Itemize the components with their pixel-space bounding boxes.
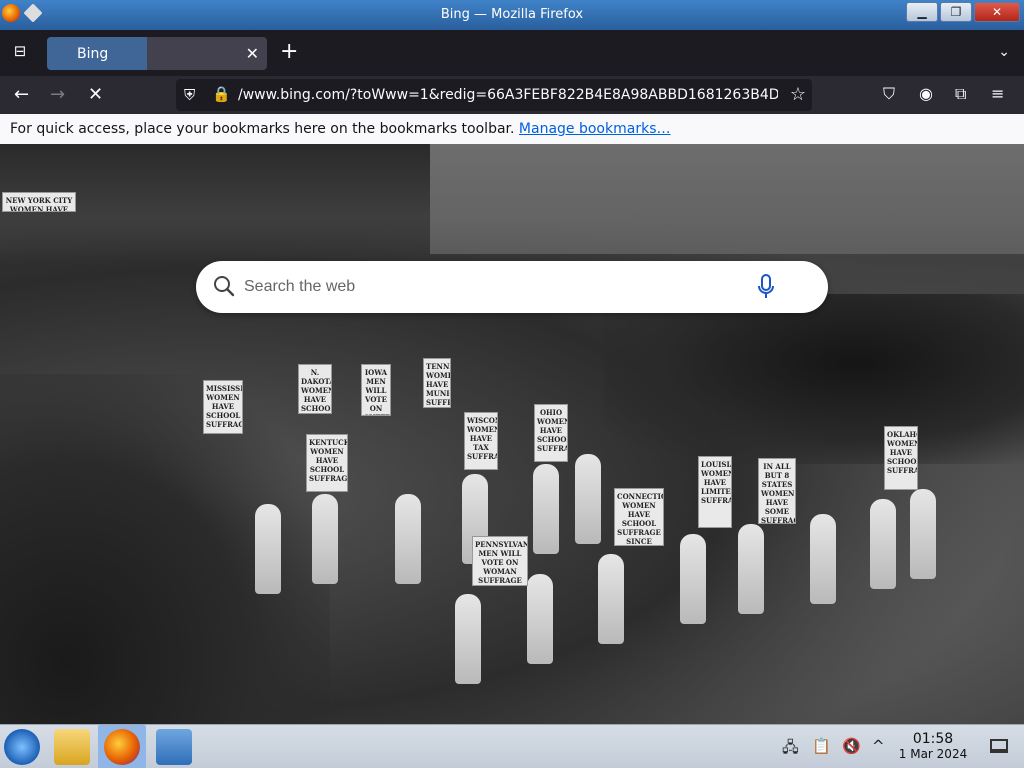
close-window-button[interactable]: ✕ (974, 2, 1020, 22)
show-desktop-icon[interactable] (990, 739, 1008, 753)
bookmarks-message: For quick access, place your bookmarks h… (10, 121, 515, 137)
search-icon[interactable] (212, 274, 236, 298)
extensions-icon[interactable]: ⧉ (955, 84, 966, 104)
chevron-down-icon: ⌄ (998, 44, 1010, 60)
tab-title: Bing (77, 45, 109, 62)
stop-loading-button[interactable]: ✕ (88, 84, 103, 105)
tray-expand-icon[interactable]: ^ (872, 737, 885, 755)
marcher-figure (598, 554, 624, 644)
marcher-figure (738, 524, 764, 614)
marcher-figure (810, 514, 836, 604)
marcher-figure (395, 494, 421, 584)
tracking-protection-shield-icon[interactable]: ⛨ (184, 86, 195, 104)
bookmarks-toolbar: For quick access, place your bookmarks h… (0, 114, 1024, 144)
search-input[interactable] (244, 273, 744, 301)
window-title: Bing — Mozilla Firefox (440, 7, 584, 22)
minimize-button[interactable]: ▁ (906, 2, 938, 22)
marcher-figure (312, 494, 338, 584)
bing-search-box[interactable] (196, 261, 828, 313)
close-icon: ✕ (991, 5, 1003, 19)
pocket-icon[interactable]: ⛉ (883, 84, 895, 104)
parade-sign: OKLAHOMA WOMEN HAVE SCHOOL SUFFRAGE (884, 426, 918, 490)
file-manager-icon[interactable] (54, 729, 90, 765)
account-icon[interactable]: ◉ (919, 84, 933, 103)
parade-sign: TENNESSEE WOMEN HAVE MUNICIPAL SUFFRAGE (423, 358, 451, 408)
window-controls: ▁ ❐ ✕ (906, 2, 1020, 22)
taskbar: 🖧 📋 🔇 ^ 01:58 1 Mar 2024 (0, 724, 1024, 768)
marcher-figure (870, 499, 896, 589)
marcher-figure (533, 464, 559, 554)
microphone-icon[interactable] (756, 273, 776, 301)
clock-time: 01:58 (912, 731, 954, 747)
parade-sign: OHIO WOMEN HAVE SCHOOL SUFFRAGE (534, 404, 568, 462)
maximize-icon: ❐ (950, 5, 962, 19)
minimize-icon: ▁ (917, 5, 927, 19)
parade-sign: PENNSYLVANIA MEN WILL VOTE ON WOMAN SUFF… (472, 536, 528, 586)
navigation-toolbar: ← → ✕ ⛨ 🔒 /www.bing.com/?toWww=1&redig=6… (0, 76, 1024, 114)
bookmark-star-icon[interactable]: ☆ (790, 84, 806, 105)
marcher-figure (455, 594, 481, 684)
parade-sign: IN ALL BUT 8 STATES WOMEN HAVE SOME SUFF… (758, 458, 796, 524)
back-button[interactable]: ← (14, 84, 29, 105)
manage-bookmarks-link[interactable]: Manage bookmarks… (519, 121, 671, 137)
parade-sign: NEW YORK CITY WOMEN HAVE THE VOTE AT ALL (2, 192, 76, 212)
network-icon[interactable]: 🖧 (782, 737, 799, 762)
background-crowd-right (604, 294, 1024, 464)
system-settings-icon[interactable] (156, 729, 192, 765)
url-bar[interactable]: ⛨ 🔒 /www.bing.com/?toWww=1&redig=66A3FEB… (176, 79, 812, 111)
firefox-taskbar-icon[interactable] (104, 729, 140, 765)
url-text[interactable]: /www.bing.com/?toWww=1&redig=66A3FEBF822… (238, 87, 778, 103)
bing-page: NEW YORK CITY WOMEN HAVE THE VOTE AT ALL… (0, 144, 1024, 724)
list-all-tabs-button[interactable]: ⊟ (6, 42, 34, 64)
clock[interactable]: 01:58 1 Mar 2024 (898, 731, 968, 761)
marcher-figure (910, 489, 936, 579)
parade-sign: KENTUCKY WOMEN HAVE SCHOOL SUFFRAGE (306, 434, 348, 492)
maximize-button[interactable]: ❐ (940, 2, 972, 22)
tab-bing[interactable]: Bing ✕ (47, 37, 267, 70)
parade-sign: LOUISIANA WOMEN HAVE LIMITED SUFFRAGE (698, 456, 732, 528)
marcher-figure (680, 534, 706, 624)
marcher-figure (575, 454, 601, 544)
plus-icon: + (280, 39, 299, 64)
parade-sign: CONNECTICUT WOMEN HAVE SCHOOL SUFFRAGE S… (614, 488, 664, 546)
start-menu-button[interactable] (4, 729, 40, 765)
tab-close-icon[interactable]: ✕ (246, 44, 259, 63)
forward-button[interactable]: → (50, 84, 65, 105)
parade-sign: N. DAKOTA WOMEN HAVE SCHOOL SUFFRAGE (298, 364, 332, 414)
marcher-figure (255, 504, 281, 594)
lock-icon[interactable]: 🔒 (212, 85, 231, 103)
background-building (430, 144, 1024, 254)
parade-sign: MISSISSIPPI WOMEN HAVE SCHOOL SUFFRAGE (203, 380, 243, 434)
window-titlebar: Bing — Mozilla Firefox ▁ ❐ ✕ (0, 0, 1024, 30)
new-tab-button[interactable]: + (280, 39, 299, 64)
tab-list-icon: ⊟ (13, 42, 27, 60)
menu-icon[interactable]: ≡ (991, 84, 1004, 103)
tab-strip: ⊟ Bing ✕ + ⌄ (0, 30, 1024, 76)
marcher-figure (527, 574, 553, 664)
tab-overflow-button[interactable]: ⌄ (998, 44, 1010, 60)
parade-sign: WISCONSIN WOMEN HAVE TAX SUFFRAGE (464, 412, 498, 470)
clipboard-icon[interactable]: 📋 (812, 737, 831, 755)
volume-muted-icon[interactable]: 🔇 (842, 737, 861, 755)
clock-date: 1 Mar 2024 (898, 747, 968, 761)
parade-sign: IOWA MEN WILL VOTE ON SUFFRAGE (361, 364, 391, 416)
